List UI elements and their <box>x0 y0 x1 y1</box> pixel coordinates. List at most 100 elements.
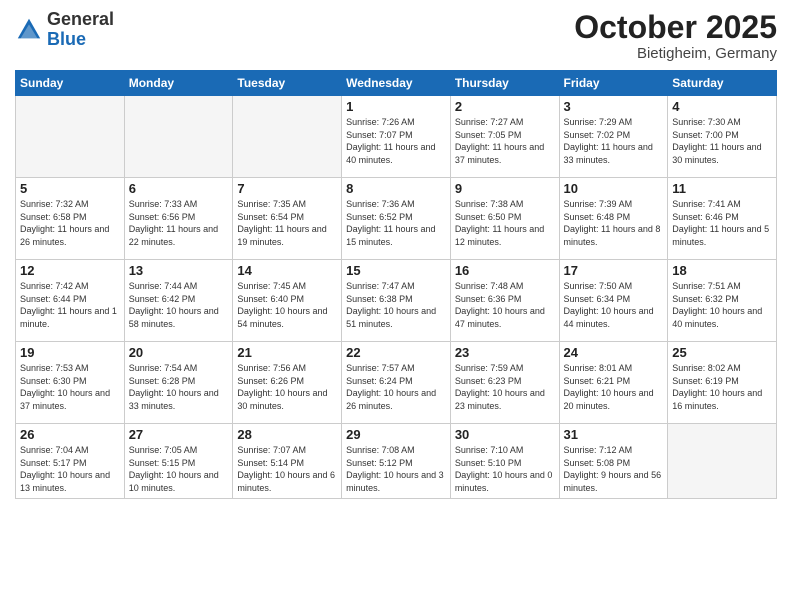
empty-cell <box>124 96 233 178</box>
day-7: 7 Sunrise: 7:35 AM Sunset: 6:54 PM Dayli… <box>233 178 342 260</box>
day-number-9: 9 <box>455 181 555 196</box>
day-number-20: 20 <box>129 345 229 360</box>
day-18: 18 Sunrise: 7:51 AM Sunset: 6:32 PM Dayl… <box>668 260 777 342</box>
day-info-23: Sunrise: 7:59 AM Sunset: 6:23 PM Dayligh… <box>455 362 555 412</box>
day-info-21: Sunrise: 7:56 AM Sunset: 6:26 PM Dayligh… <box>237 362 337 412</box>
day-number-13: 13 <box>129 263 229 278</box>
day-info-14: Sunrise: 7:45 AM Sunset: 6:40 PM Dayligh… <box>237 280 337 330</box>
day-10: 10 Sunrise: 7:39 AM Sunset: 6:48 PM Dayl… <box>559 178 668 260</box>
empty-cell <box>233 96 342 178</box>
day-25: 25 Sunrise: 8:02 AM Sunset: 6:19 PM Dayl… <box>668 342 777 424</box>
day-number-17: 17 <box>564 263 664 278</box>
day-24: 24 Sunrise: 8:01 AM Sunset: 6:21 PM Dayl… <box>559 342 668 424</box>
day-number-1: 1 <box>346 99 446 114</box>
day-number-27: 27 <box>129 427 229 442</box>
day-info-28: Sunrise: 7:07 AM Sunset: 5:14 PM Dayligh… <box>237 444 337 494</box>
day-28: 28 Sunrise: 7:07 AM Sunset: 5:14 PM Dayl… <box>233 424 342 499</box>
day-16: 16 Sunrise: 7:48 AM Sunset: 6:36 PM Dayl… <box>450 260 559 342</box>
day-number-26: 26 <box>20 427 120 442</box>
day-11: 11 Sunrise: 7:41 AM Sunset: 6:46 PM Dayl… <box>668 178 777 260</box>
day-info-5: Sunrise: 7:32 AM Sunset: 6:58 PM Dayligh… <box>20 198 120 248</box>
day-info-8: Sunrise: 7:36 AM Sunset: 6:52 PM Dayligh… <box>346 198 446 248</box>
day-20: 20 Sunrise: 7:54 AM Sunset: 6:28 PM Dayl… <box>124 342 233 424</box>
day-2: 2 Sunrise: 7:27 AM Sunset: 7:05 PM Dayli… <box>450 96 559 178</box>
day-26: 26 Sunrise: 7:04 AM Sunset: 5:17 PM Dayl… <box>16 424 125 499</box>
day-info-12: Sunrise: 7:42 AM Sunset: 6:44 PM Dayligh… <box>20 280 120 330</box>
weekday-header-row: Sunday Monday Tuesday Wednesday Thursday… <box>16 71 777 96</box>
day-number-2: 2 <box>455 99 555 114</box>
day-12: 12 Sunrise: 7:42 AM Sunset: 6:44 PM Dayl… <box>16 260 125 342</box>
logo-general: General <box>47 9 114 29</box>
day-info-13: Sunrise: 7:44 AM Sunset: 6:42 PM Dayligh… <box>129 280 229 330</box>
header-saturday: Saturday <box>668 71 777 96</box>
day-info-20: Sunrise: 7:54 AM Sunset: 6:28 PM Dayligh… <box>129 362 229 412</box>
day-info-10: Sunrise: 7:39 AM Sunset: 6:48 PM Dayligh… <box>564 198 664 248</box>
empty-cell <box>16 96 125 178</box>
day-info-7: Sunrise: 7:35 AM Sunset: 6:54 PM Dayligh… <box>237 198 337 248</box>
day-14: 14 Sunrise: 7:45 AM Sunset: 6:40 PM Dayl… <box>233 260 342 342</box>
day-number-21: 21 <box>237 345 337 360</box>
day-23: 23 Sunrise: 7:59 AM Sunset: 6:23 PM Dayl… <box>450 342 559 424</box>
day-info-4: Sunrise: 7:30 AM Sunset: 7:00 PM Dayligh… <box>672 116 772 166</box>
header-monday: Monday <box>124 71 233 96</box>
day-number-10: 10 <box>564 181 664 196</box>
day-27: 27 Sunrise: 7:05 AM Sunset: 5:15 PM Dayl… <box>124 424 233 499</box>
week-row-3: 12 Sunrise: 7:42 AM Sunset: 6:44 PM Dayl… <box>16 260 777 342</box>
page-container: General Blue October 2025 Bietigheim, Ge… <box>0 0 792 509</box>
day-number-24: 24 <box>564 345 664 360</box>
day-number-12: 12 <box>20 263 120 278</box>
day-number-28: 28 <box>237 427 337 442</box>
day-15: 15 Sunrise: 7:47 AM Sunset: 6:38 PM Dayl… <box>342 260 451 342</box>
logo-text: General Blue <box>47 10 114 50</box>
day-number-31: 31 <box>564 427 664 442</box>
day-30: 30 Sunrise: 7:10 AM Sunset: 5:10 PM Dayl… <box>450 424 559 499</box>
day-number-18: 18 <box>672 263 772 278</box>
day-5: 5 Sunrise: 7:32 AM Sunset: 6:58 PM Dayli… <box>16 178 125 260</box>
day-8: 8 Sunrise: 7:36 AM Sunset: 6:52 PM Dayli… <box>342 178 451 260</box>
day-4: 4 Sunrise: 7:30 AM Sunset: 7:00 PM Dayli… <box>668 96 777 178</box>
day-info-31: Sunrise: 7:12 AM Sunset: 5:08 PM Dayligh… <box>564 444 664 494</box>
location: Bietigheim, Germany <box>574 45 777 62</box>
day-info-2: Sunrise: 7:27 AM Sunset: 7:05 PM Dayligh… <box>455 116 555 166</box>
day-number-4: 4 <box>672 99 772 114</box>
day-3: 3 Sunrise: 7:29 AM Sunset: 7:02 PM Dayli… <box>559 96 668 178</box>
day-22: 22 Sunrise: 7:57 AM Sunset: 6:24 PM Dayl… <box>342 342 451 424</box>
week-row-1: 1 Sunrise: 7:26 AM Sunset: 7:07 PM Dayli… <box>16 96 777 178</box>
day-info-27: Sunrise: 7:05 AM Sunset: 5:15 PM Dayligh… <box>129 444 229 494</box>
day-info-18: Sunrise: 7:51 AM Sunset: 6:32 PM Dayligh… <box>672 280 772 330</box>
logo-blue-text: Blue <box>47 29 86 49</box>
day-info-25: Sunrise: 8:02 AM Sunset: 6:19 PM Dayligh… <box>672 362 772 412</box>
empty-cell-end <box>668 424 777 499</box>
day-info-11: Sunrise: 7:41 AM Sunset: 6:46 PM Dayligh… <box>672 198 772 248</box>
day-number-16: 16 <box>455 263 555 278</box>
day-info-19: Sunrise: 7:53 AM Sunset: 6:30 PM Dayligh… <box>20 362 120 412</box>
day-info-26: Sunrise: 7:04 AM Sunset: 5:17 PM Dayligh… <box>20 444 120 494</box>
header-friday: Friday <box>559 71 668 96</box>
day-info-1: Sunrise: 7:26 AM Sunset: 7:07 PM Dayligh… <box>346 116 446 166</box>
header-sunday: Sunday <box>16 71 125 96</box>
day-number-14: 14 <box>237 263 337 278</box>
day-number-29: 29 <box>346 427 446 442</box>
day-31: 31 Sunrise: 7:12 AM Sunset: 5:08 PM Dayl… <box>559 424 668 499</box>
day-number-8: 8 <box>346 181 446 196</box>
day-17: 17 Sunrise: 7:50 AM Sunset: 6:34 PM Dayl… <box>559 260 668 342</box>
day-info-6: Sunrise: 7:33 AM Sunset: 6:56 PM Dayligh… <box>129 198 229 248</box>
day-number-19: 19 <box>20 345 120 360</box>
logo: General Blue <box>15 10 114 50</box>
title-block: October 2025 Bietigheim, Germany <box>574 10 777 62</box>
day-number-11: 11 <box>672 181 772 196</box>
header: General Blue October 2025 Bietigheim, Ge… <box>15 10 777 62</box>
day-6: 6 Sunrise: 7:33 AM Sunset: 6:56 PM Dayli… <box>124 178 233 260</box>
day-1: 1 Sunrise: 7:26 AM Sunset: 7:07 PM Dayli… <box>342 96 451 178</box>
day-info-17: Sunrise: 7:50 AM Sunset: 6:34 PM Dayligh… <box>564 280 664 330</box>
day-19: 19 Sunrise: 7:53 AM Sunset: 6:30 PM Dayl… <box>16 342 125 424</box>
week-row-5: 26 Sunrise: 7:04 AM Sunset: 5:17 PM Dayl… <box>16 424 777 499</box>
day-info-29: Sunrise: 7:08 AM Sunset: 5:12 PM Dayligh… <box>346 444 446 494</box>
week-row-4: 19 Sunrise: 7:53 AM Sunset: 6:30 PM Dayl… <box>16 342 777 424</box>
header-tuesday: Tuesday <box>233 71 342 96</box>
day-9: 9 Sunrise: 7:38 AM Sunset: 6:50 PM Dayli… <box>450 178 559 260</box>
day-number-22: 22 <box>346 345 446 360</box>
day-info-9: Sunrise: 7:38 AM Sunset: 6:50 PM Dayligh… <box>455 198 555 248</box>
day-21: 21 Sunrise: 7:56 AM Sunset: 6:26 PM Dayl… <box>233 342 342 424</box>
day-number-5: 5 <box>20 181 120 196</box>
